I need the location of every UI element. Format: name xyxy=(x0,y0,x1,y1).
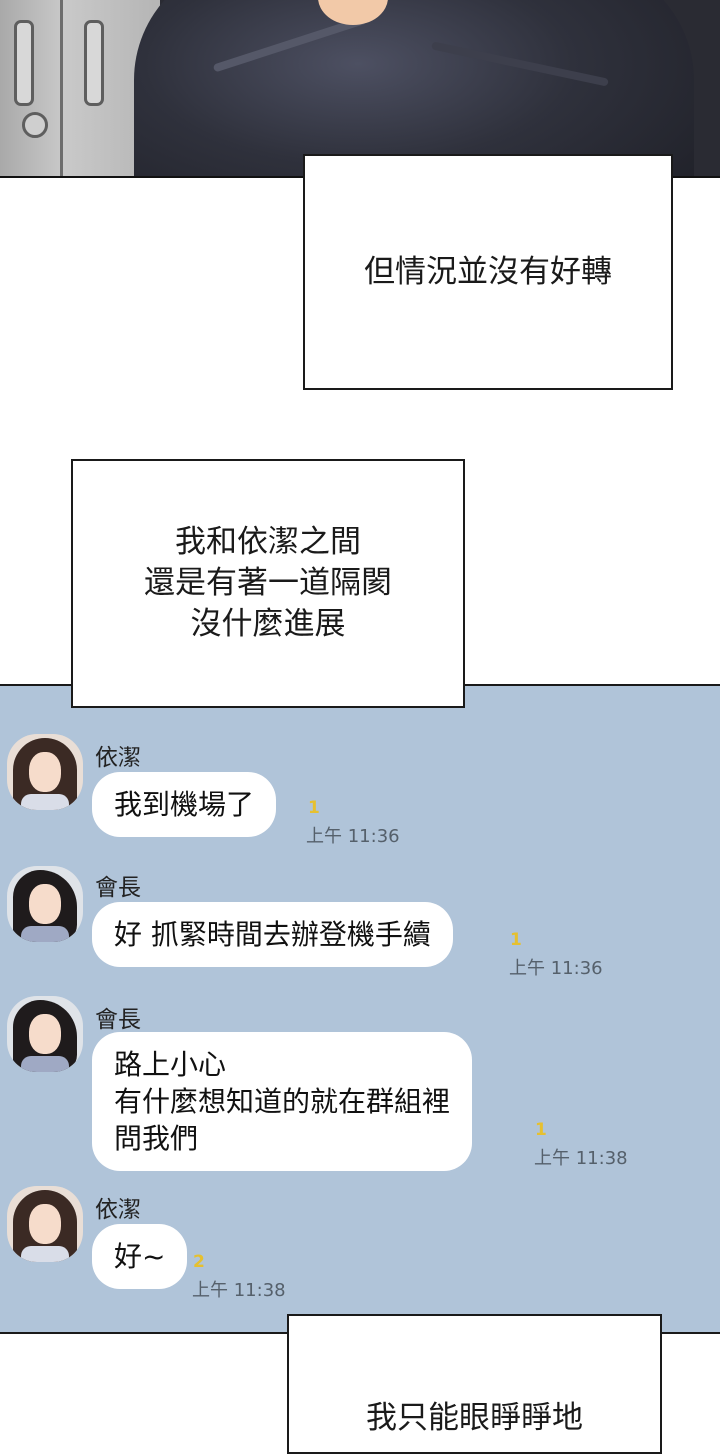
locker-seam xyxy=(60,0,63,176)
locker-handle-icon xyxy=(14,20,34,106)
message-bubble[interactable]: 好 抓緊時間去辦登機手續 xyxy=(92,902,453,967)
read-count: 2 xyxy=(193,1252,205,1272)
avatar-face xyxy=(29,1014,61,1054)
read-count: 1 xyxy=(510,930,522,950)
message-bubble[interactable]: 路上小心 有什麼想知道的就在群組裡 問我們 xyxy=(92,1032,473,1171)
message-bubble[interactable]: 好~ xyxy=(92,1224,188,1289)
narration-caption: 我只能眼睜睜地 xyxy=(287,1314,662,1454)
avatar[interactable] xyxy=(7,866,83,942)
avatar-face xyxy=(29,1204,61,1244)
avatar[interactable] xyxy=(7,1186,83,1262)
sender-name: 會長 xyxy=(95,875,141,901)
sender-name: 依潔 xyxy=(95,745,141,771)
avatar[interactable] xyxy=(7,996,83,1072)
locker-handle-icon xyxy=(84,20,104,106)
chat-panel: 依潔 我到機場了 1 上午 11:36 會長 好 抓緊時間去辦登機手續 1 上午… xyxy=(0,684,720,1334)
avatar-face xyxy=(29,752,61,792)
avatar[interactable] xyxy=(7,734,83,810)
sender-name: 會長 xyxy=(95,1007,141,1033)
message-time: 上午 11:38 xyxy=(192,1280,286,1301)
message-time: 上午 11:36 xyxy=(306,826,400,847)
dark-jacket-illustration xyxy=(134,0,694,176)
locker-lock-icon xyxy=(22,112,48,138)
message-time: 上午 11:36 xyxy=(509,958,603,979)
avatar-shirt xyxy=(21,1056,69,1072)
avatar-shirt xyxy=(21,926,69,942)
narration-caption: 但情況並沒有好轉 xyxy=(303,154,673,390)
avatar-shirt xyxy=(21,794,69,810)
read-count: 1 xyxy=(308,798,320,818)
narration-caption: 我和依潔之間 還是有著一道隔閡 沒什麼進展 xyxy=(71,459,465,708)
avatar-shirt xyxy=(21,1246,69,1262)
avatar-face xyxy=(29,884,61,924)
sender-name: 依潔 xyxy=(95,1197,141,1223)
message-time: 上午 11:38 xyxy=(534,1148,628,1169)
read-count: 1 xyxy=(535,1120,547,1140)
top-illustration-panel xyxy=(0,0,720,178)
message-bubble[interactable]: 我到機場了 xyxy=(92,772,277,837)
